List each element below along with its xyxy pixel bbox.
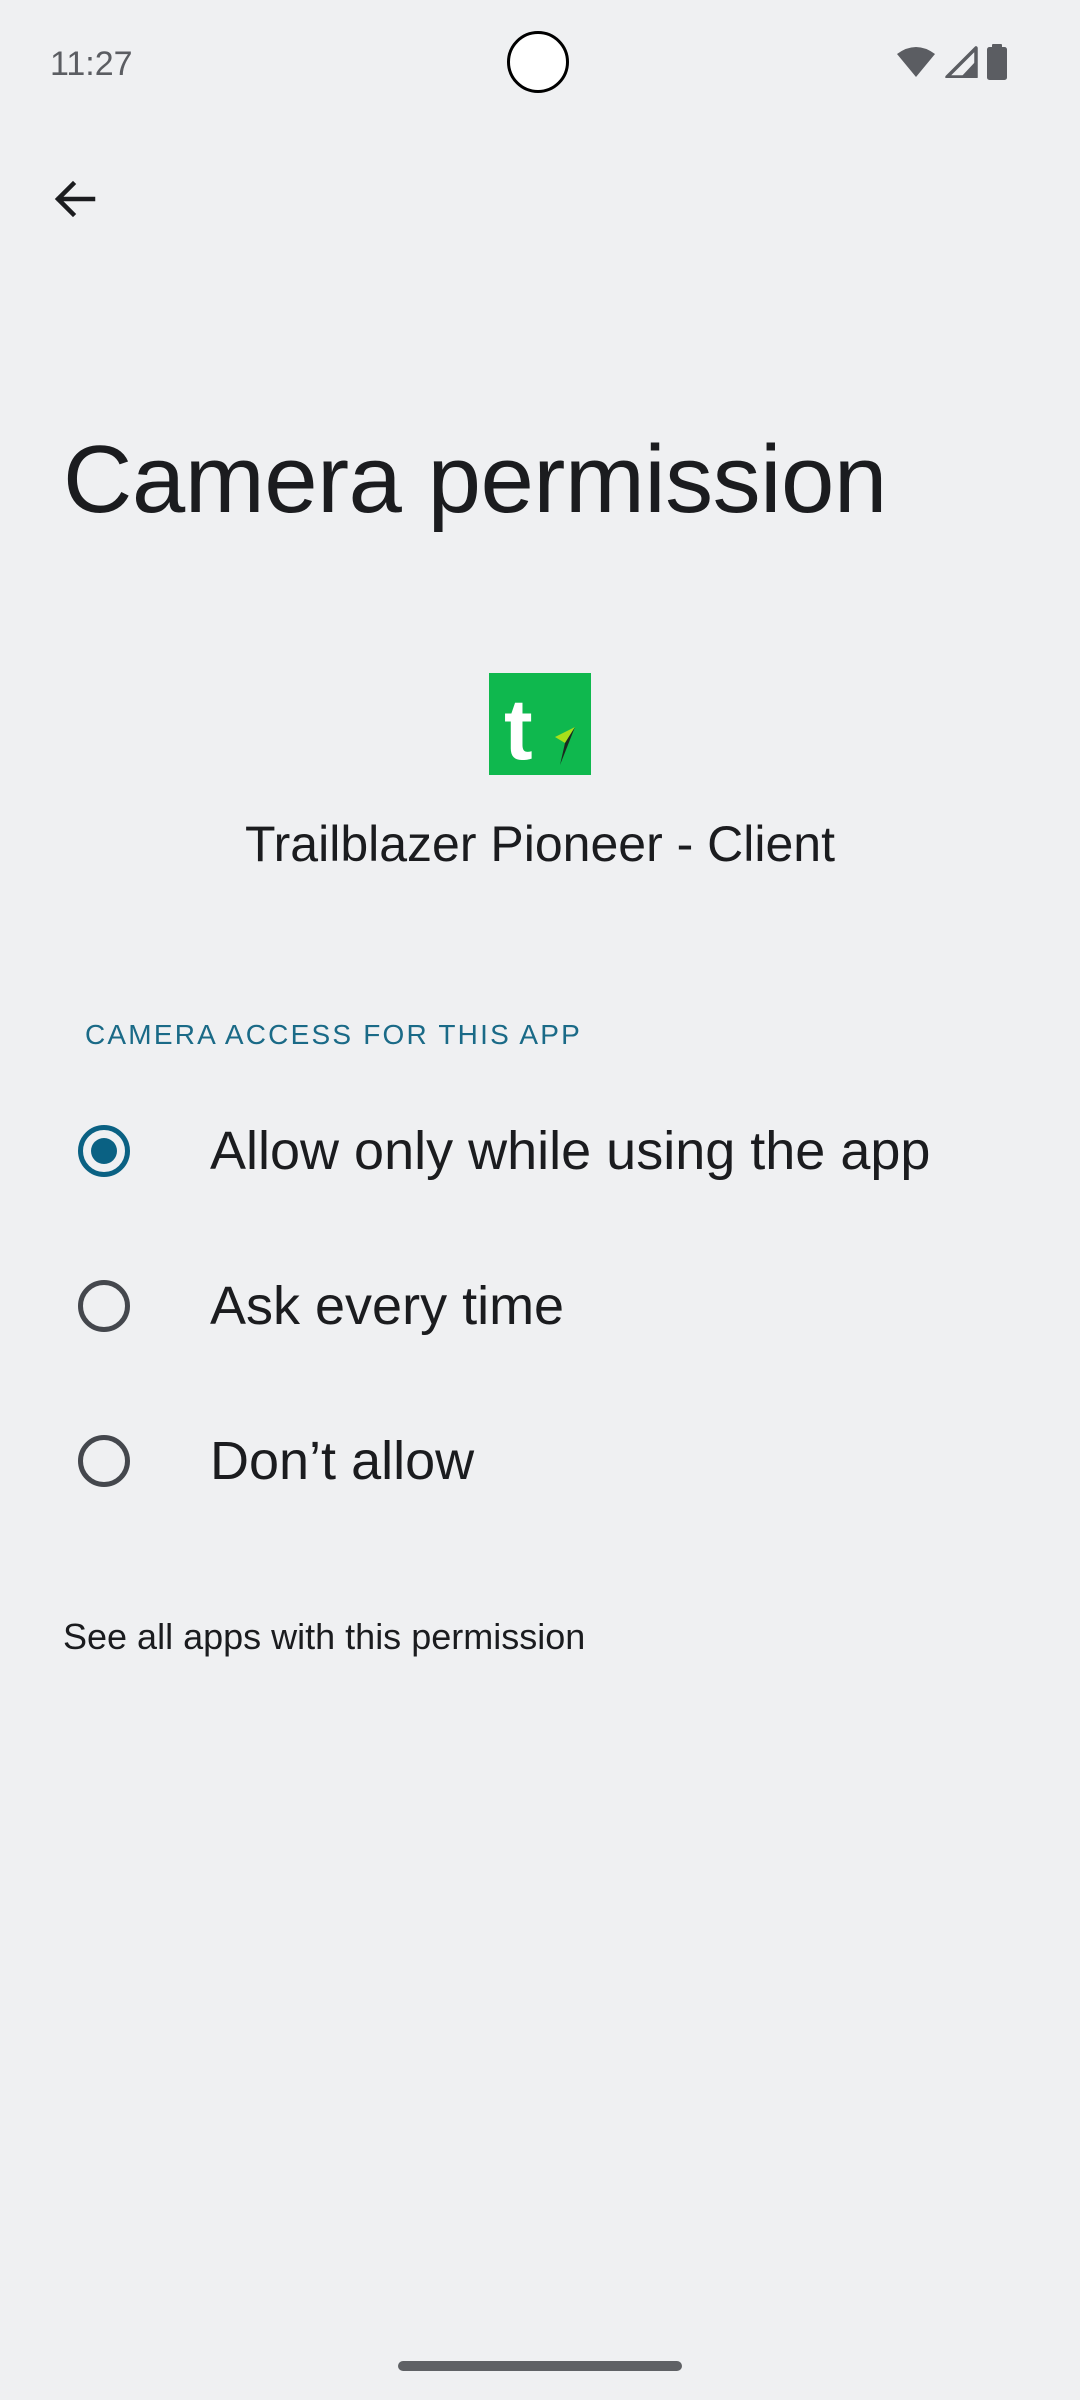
battery-icon (987, 44, 1007, 80)
camera-cutout (507, 31, 569, 93)
option-label: Don’t allow (210, 1431, 475, 1491)
radio-button[interactable] (78, 1435, 130, 1487)
back-button[interactable] (40, 165, 108, 233)
gesture-navigation-bar[interactable] (398, 2361, 682, 2371)
radio-button-selected[interactable] (78, 1125, 130, 1177)
status-icons (896, 44, 1008, 80)
app-name: Trailblazer Pioneer - Client (244, 816, 836, 872)
option-dont-allow[interactable]: Don’t allow (0, 1386, 1080, 1536)
wifi-icon (897, 47, 935, 77)
option-ask-every-time[interactable]: Ask every time (0, 1231, 1080, 1381)
section-header: CAMERA ACCESS FOR THIS APP (85, 1019, 583, 1050)
app-icon-letter: t (504, 682, 533, 775)
app-icon: t (489, 673, 591, 778)
cellular-signal-icon (945, 46, 978, 78)
status-time: 11:27 (50, 45, 133, 83)
option-allow-while-using[interactable]: Allow only while using the app (0, 1076, 1080, 1226)
see-all-apps-link[interactable]: See all apps with this permission (63, 1614, 585, 1660)
option-label: Allow only while using the app (210, 1121, 931, 1181)
option-label: Ask every time (210, 1276, 565, 1336)
arrow-back-icon (54, 180, 96, 218)
page-title: Camera permission (63, 426, 887, 533)
radio-button[interactable] (78, 1280, 130, 1332)
